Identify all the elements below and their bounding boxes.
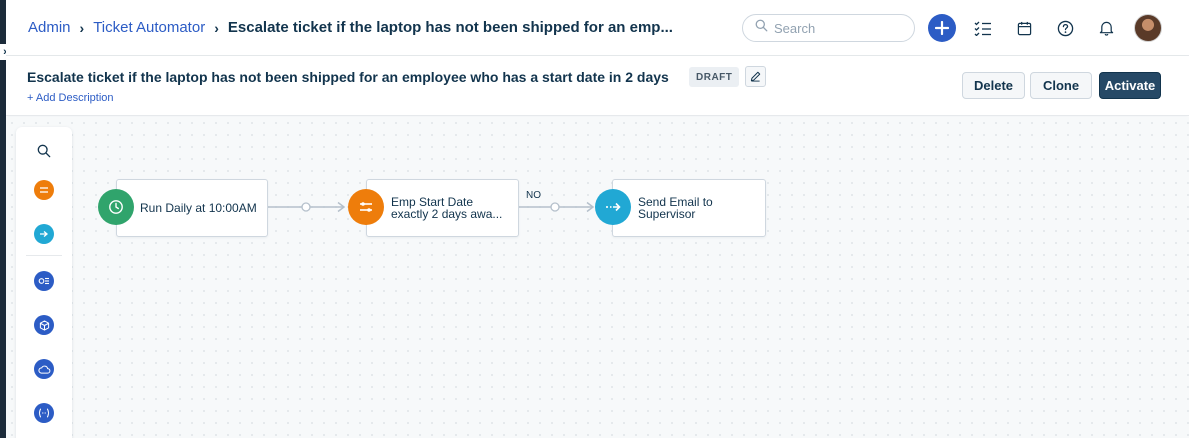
checklist-icon	[974, 21, 991, 36]
node-label: Run Daily at 10:00AM	[140, 201, 257, 215]
plus-icon	[935, 21, 949, 35]
breadcrumb-current: Escalate ticket if the laptop has not be…	[227, 19, 673, 36]
page-title: Escalate ticket if the laptop has not be…	[27, 69, 669, 85]
edge-label-no: NO	[526, 190, 541, 201]
breadcrumb-separator-icon: ›	[214, 19, 219, 36]
action-icon	[606, 202, 621, 212]
condition-node-icon	[348, 189, 384, 225]
workflow-edges	[268, 201, 595, 213]
trigger-node-icon	[98, 189, 134, 225]
workflow-canvas[interactable]: NO Run Daily at 10:00AM Emp Start Date e…	[6, 117, 1189, 438]
calendar-icon	[1017, 21, 1031, 35]
search-input[interactable]	[774, 20, 894, 36]
node-label: Emp Start Date exactly 2 days awa...	[391, 195, 503, 221]
breadcrumb-ticket-automator[interactable]: Ticket Automator	[93, 19, 205, 36]
avatar[interactable]	[1134, 14, 1162, 42]
delete-button[interactable]: Delete	[962, 72, 1025, 99]
todo-button[interactable]	[969, 14, 997, 42]
clock-icon	[109, 200, 123, 214]
calendar-button[interactable]	[1010, 14, 1038, 42]
status-badge: DRAFT	[689, 67, 740, 87]
bell-icon	[1099, 21, 1113, 36]
workflow-node-condition[interactable]: Emp Start Date exactly 2 days awa...	[366, 179, 519, 237]
title-bar: Escalate ticket if the laptop has not be…	[6, 56, 1189, 116]
help-icon	[1057, 20, 1073, 36]
workflow-node-trigger[interactable]: Run Daily at 10:00AM	[116, 179, 268, 237]
search-icon	[755, 19, 768, 37]
condition-icon	[360, 202, 372, 212]
breadcrumb-separator-icon: ›	[79, 19, 85, 36]
top-bar: Admin › Ticket Automator › Escalate tick…	[6, 0, 1189, 56]
notifications-button[interactable]	[1092, 14, 1120, 42]
pencil-icon	[750, 71, 761, 82]
clone-button[interactable]: Clone	[1030, 72, 1092, 99]
add-new-button[interactable]	[928, 14, 956, 42]
search-box[interactable]	[742, 14, 915, 42]
help-button[interactable]	[1051, 14, 1079, 42]
add-description-link[interactable]: + Add Description	[27, 92, 114, 104]
action-node-icon	[595, 189, 631, 225]
edit-title-button[interactable]	[745, 66, 766, 87]
activate-button[interactable]: Activate	[1099, 72, 1161, 99]
workflow-node-action[interactable]: Send Email to Supervisor	[612, 179, 766, 237]
node-label: Send Email to Supervisor	[638, 195, 713, 221]
breadcrumb: Admin › Ticket Automator › Escalate tick…	[28, 19, 673, 36]
breadcrumb-admin[interactable]: Admin	[28, 19, 71, 36]
